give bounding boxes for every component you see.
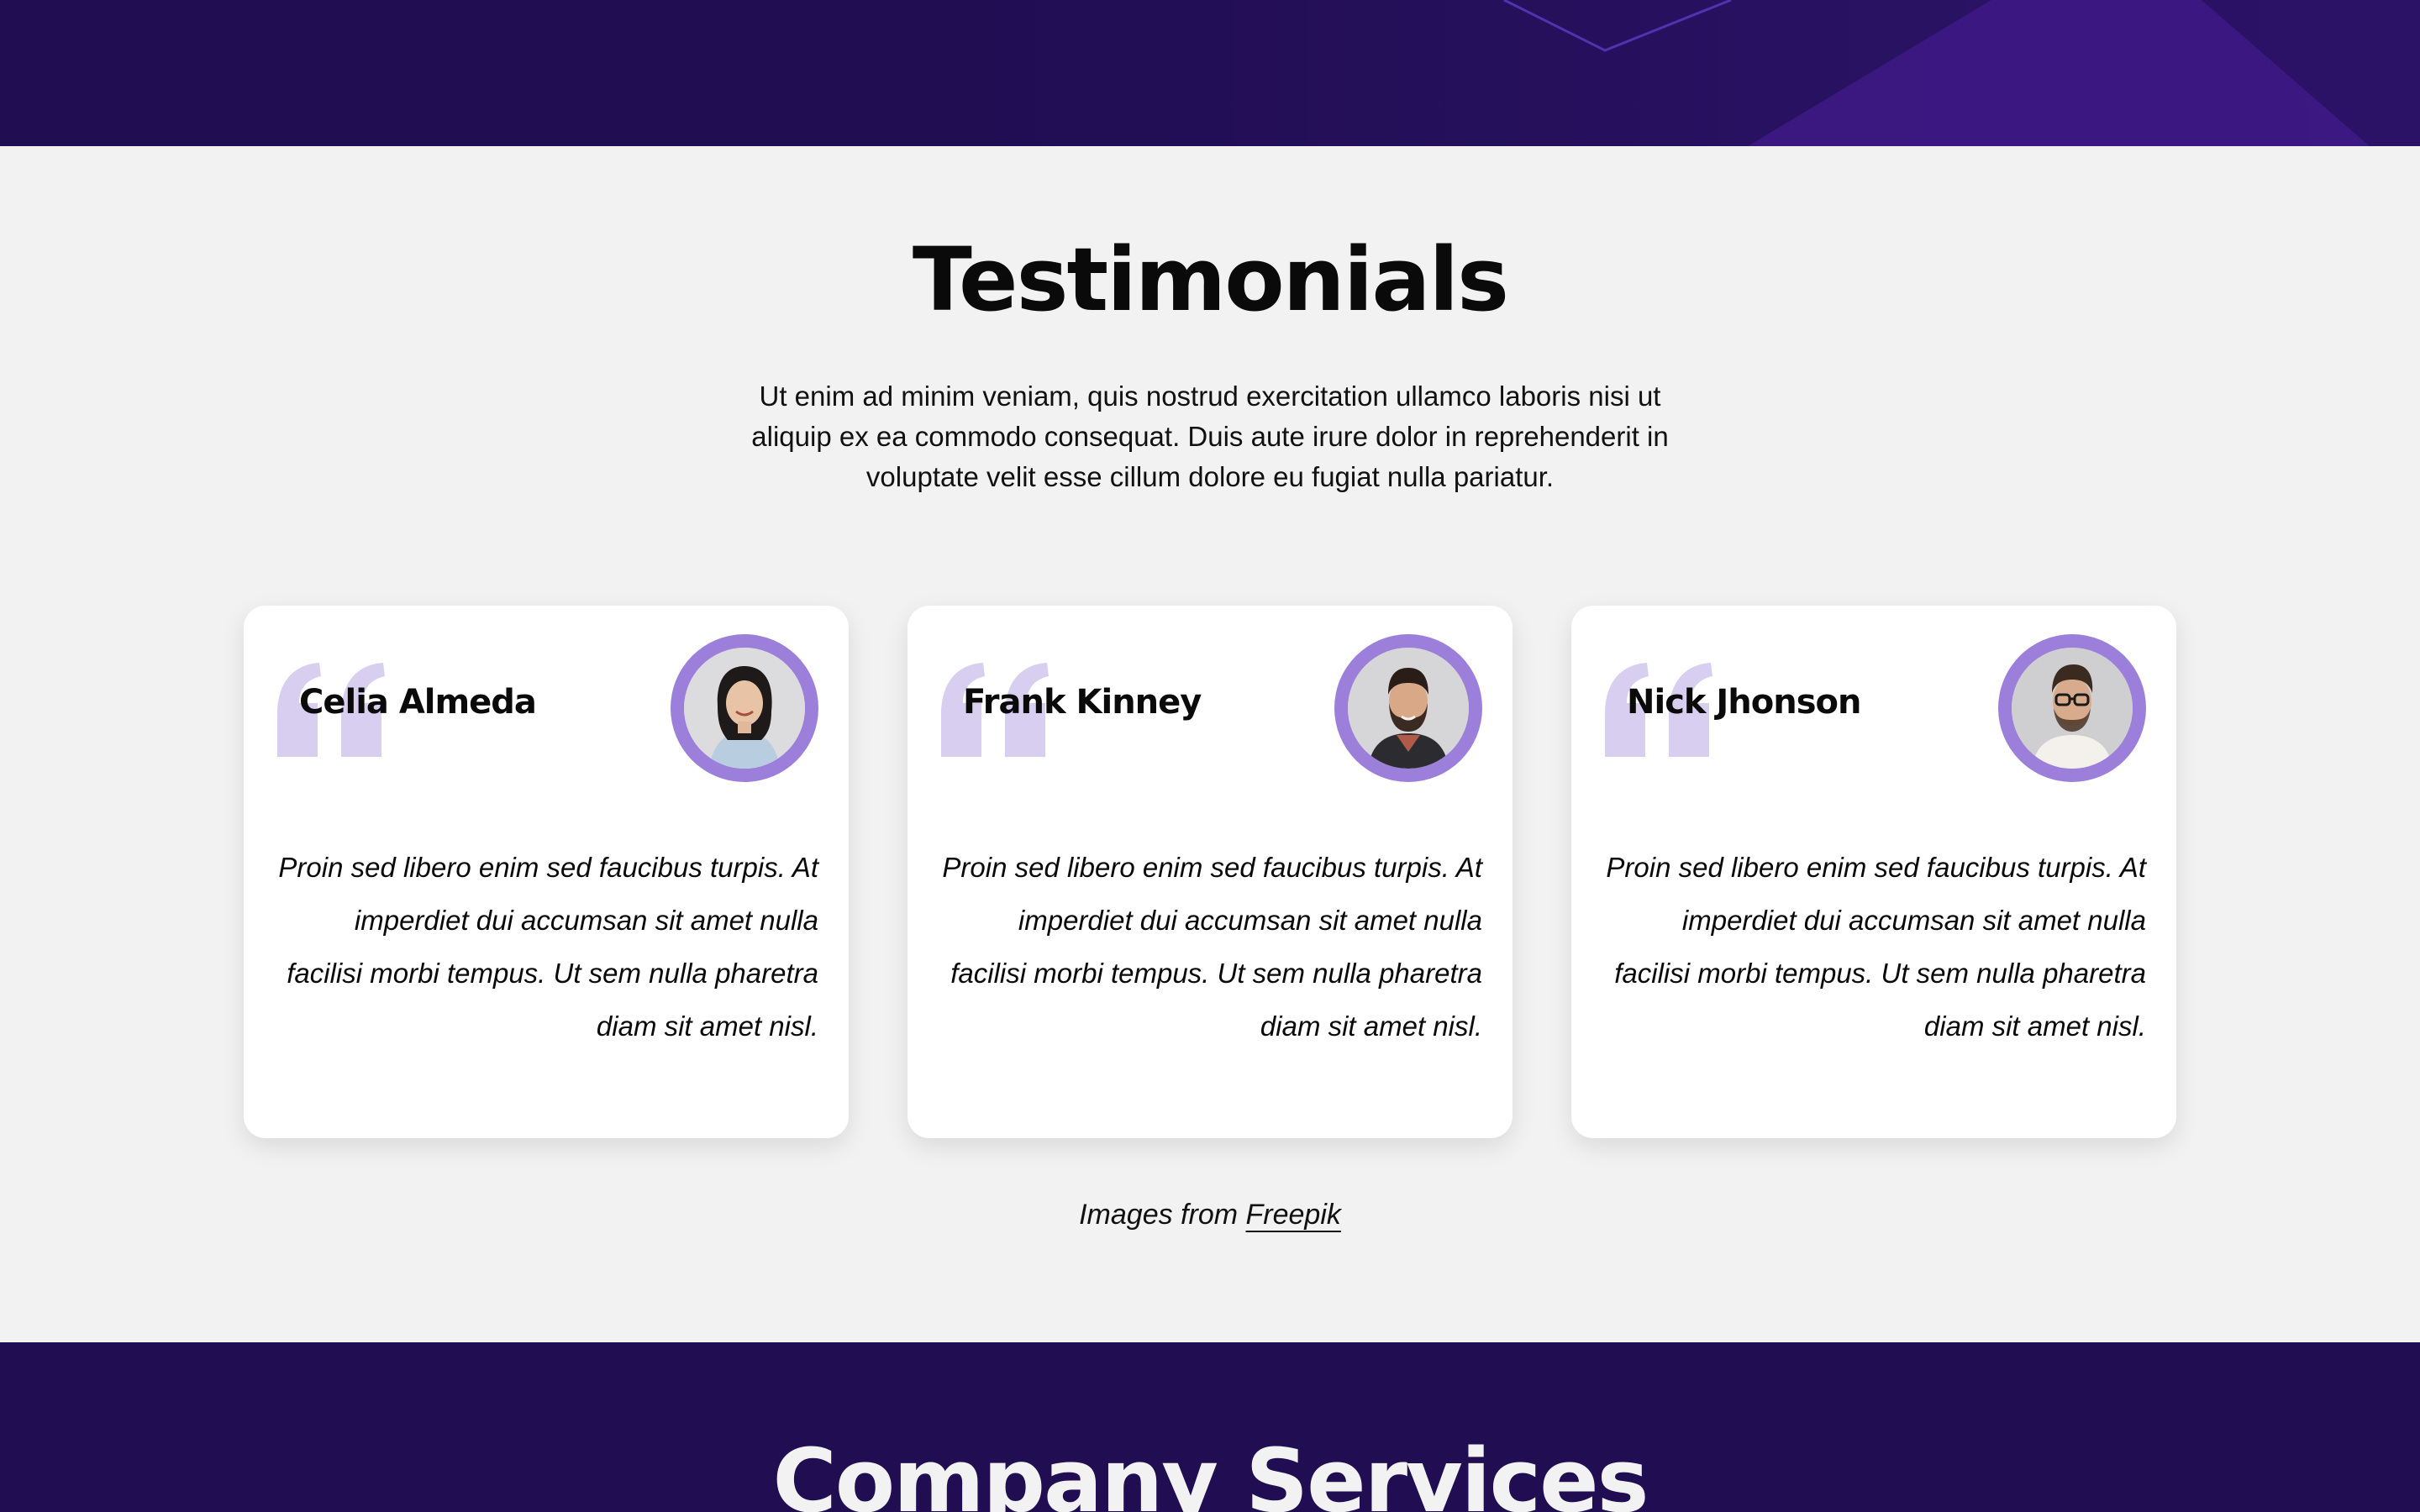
hero-bottom-band [0,0,2420,146]
avatar [1334,634,1482,782]
image-credit: Images from Freepik [0,1194,2420,1235]
services-section: Company Services [0,1342,2420,1512]
avatar-bearded-man [1348,648,1469,769]
testimonial-card: Nick Jhonson Proin sed libero enim sed f… [1571,606,2176,1138]
credit-prefix: Images from [1079,1199,1246,1231]
freepik-link[interactable]: Freepik [1246,1199,1341,1231]
testimonial-name: Nick Jhonson [1627,683,1862,722]
hero-decoration [0,0,2420,146]
avatar [1998,634,2146,782]
testimonials-intro: Ut enim ad minim veniam, quis nostrud ex… [751,381,1669,492]
testimonial-text: Proin sed libero enim sed faucibus turpi… [278,852,818,1042]
testimonial-name: Frank Kinney [963,683,1202,722]
testimonial-card: Celia Almeda Proin sed libero enim sed f… [244,606,849,1138]
avatar-woman [684,648,805,769]
testimonial-text: Proin sed libero enim sed faucibus turpi… [1606,852,2146,1042]
testimonial-card: Frank Kinney Proin sed libero enim sed f… [908,606,1512,1138]
testimonials-title: Testimonials [912,228,1509,331]
avatar [671,634,818,782]
services-title: Company Services [772,1430,1649,1512]
testimonial-text: Proin sed libero enim sed faucibus turpi… [942,852,1482,1042]
avatar-man-glasses [2012,648,2133,769]
testimonial-name: Celia Almeda [299,683,537,722]
